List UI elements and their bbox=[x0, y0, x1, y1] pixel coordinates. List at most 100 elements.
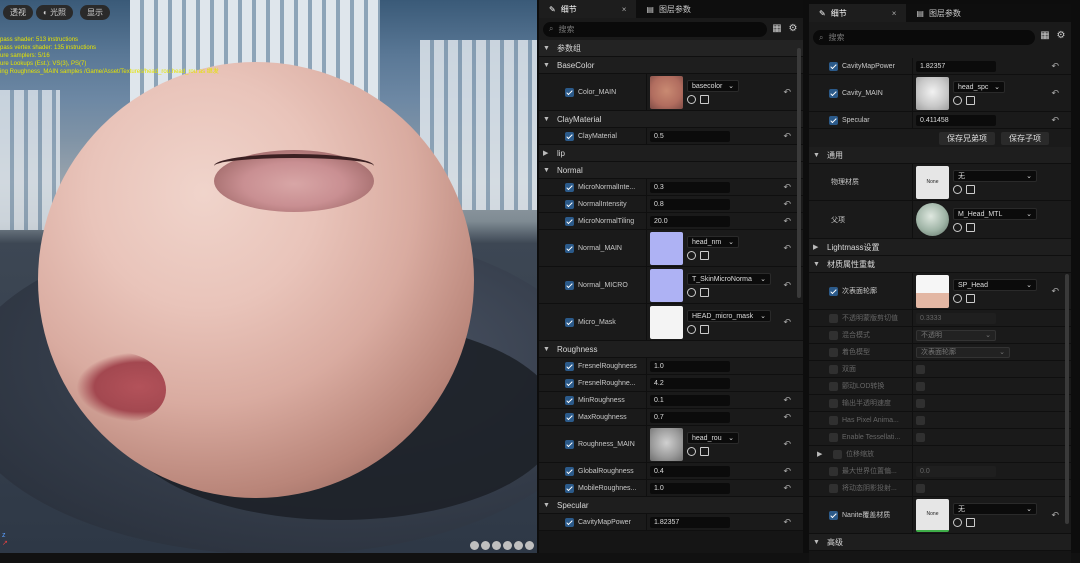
reset-icon[interactable]: ↶ bbox=[1051, 61, 1059, 72]
value-field[interactable]: 0.8 bbox=[650, 198, 730, 210]
use-selected-icon[interactable] bbox=[953, 294, 962, 303]
use-selected-icon[interactable] bbox=[687, 325, 696, 334]
asset-dropdown[interactable]: head_spc ⌄ bbox=[953, 81, 1005, 93]
asset-dropdown[interactable]: head_nm ⌄ bbox=[687, 236, 739, 248]
reset-icon[interactable]: ↶ bbox=[1051, 510, 1059, 521]
override-checkbox[interactable] bbox=[565, 439, 574, 449]
use-selected-icon[interactable] bbox=[687, 288, 696, 297]
value-field[interactable]: 0.1 bbox=[650, 394, 730, 406]
gear-icon[interactable]: ⚙ bbox=[1055, 30, 1067, 42]
use-selected-icon[interactable] bbox=[953, 96, 962, 105]
value-field[interactable]: 1.0 bbox=[650, 360, 730, 372]
reset-icon[interactable]: ↶ bbox=[783, 466, 791, 477]
lit-button[interactable]: ◐ 光照 bbox=[36, 5, 74, 20]
browse-icon[interactable] bbox=[966, 96, 975, 105]
section-lip[interactable]: ▶ lip bbox=[539, 145, 803, 162]
section-params-group[interactable]: ▼ 参数组 bbox=[539, 40, 803, 57]
override-checkbox[interactable] bbox=[565, 182, 574, 192]
reset-icon[interactable]: ↶ bbox=[1051, 115, 1059, 126]
tab-details[interactable]: ✎ 细节 × bbox=[809, 4, 907, 22]
browse-icon[interactable] bbox=[966, 518, 975, 527]
browse-icon[interactable] bbox=[700, 288, 709, 297]
browse-icon[interactable] bbox=[700, 95, 709, 104]
browse-icon[interactable] bbox=[966, 294, 975, 303]
toggle-icon[interactable] bbox=[525, 541, 534, 550]
override-checkbox[interactable] bbox=[565, 243, 574, 253]
override-checkbox[interactable] bbox=[565, 131, 574, 141]
scrollbar[interactable] bbox=[797, 48, 801, 298]
use-selected-icon[interactable] bbox=[687, 251, 696, 260]
value-field[interactable]: 1.82357 bbox=[916, 60, 996, 72]
reset-icon[interactable]: ↶ bbox=[783, 483, 791, 494]
override-checkbox[interactable] bbox=[829, 115, 838, 125]
override-checkbox[interactable] bbox=[829, 466, 838, 476]
reset-icon[interactable]: ↶ bbox=[783, 199, 791, 210]
use-selected-icon[interactable] bbox=[953, 518, 962, 527]
asset-dropdown[interactable]: head_rou ⌄ bbox=[687, 432, 739, 444]
reset-icon[interactable]: ↶ bbox=[1051, 88, 1059, 99]
section-roughness[interactable]: ▼ Roughness bbox=[539, 341, 803, 358]
section-material-overrides[interactable]: ▼ 材质属性重载 bbox=[809, 256, 1071, 273]
value-field[interactable]: 0.4 bbox=[650, 465, 730, 477]
chevron-right-icon[interactable]: ▶ bbox=[817, 450, 825, 458]
override-checkbox[interactable] bbox=[829, 330, 838, 340]
toggle-icon[interactable] bbox=[514, 541, 523, 550]
save-child-button[interactable]: 保存子项 bbox=[1001, 131, 1049, 145]
section-general[interactable]: ▼ 通用 bbox=[809, 147, 1071, 164]
reset-icon[interactable]: ↶ bbox=[1051, 286, 1059, 297]
value-field[interactable]: 20.0 bbox=[650, 215, 730, 227]
reset-icon[interactable]: ↶ bbox=[783, 317, 791, 328]
section-advanced[interactable]: ▼ 高级 bbox=[809, 534, 1071, 551]
table-view-icon[interactable]: ▦ bbox=[771, 23, 783, 35]
override-checkbox[interactable] bbox=[565, 199, 574, 209]
override-checkbox[interactable] bbox=[833, 449, 842, 459]
save-sibling-button[interactable]: 保存兄弟项 bbox=[939, 131, 995, 145]
scrollbar[interactable] bbox=[1065, 274, 1069, 524]
override-checkbox[interactable] bbox=[829, 286, 838, 296]
use-selected-icon[interactable] bbox=[953, 222, 962, 232]
override-checkbox[interactable] bbox=[829, 88, 838, 98]
override-checkbox[interactable] bbox=[565, 378, 574, 388]
override-checkbox[interactable] bbox=[829, 313, 838, 323]
close-icon[interactable]: × bbox=[622, 5, 627, 14]
override-checkbox[interactable] bbox=[565, 412, 574, 422]
value-field[interactable]: 0.7 bbox=[650, 411, 730, 423]
value-field[interactable]: 1.0 bbox=[650, 482, 730, 494]
toggle-icon[interactable] bbox=[481, 541, 490, 550]
toggle-icon[interactable] bbox=[492, 541, 501, 550]
section-specular[interactable]: ▼ Specular bbox=[539, 497, 803, 514]
override-checkbox[interactable] bbox=[829, 432, 838, 442]
override-checkbox[interactable] bbox=[565, 517, 574, 527]
material-thumbnail[interactable]: None bbox=[916, 165, 949, 199]
profile-thumbnail[interactable] bbox=[916, 274, 949, 308]
override-checkbox[interactable] bbox=[565, 361, 574, 371]
search-input[interactable]: ⌕ 搜索 bbox=[543, 21, 767, 37]
perspective-button[interactable]: 透视 bbox=[3, 5, 33, 20]
use-selected-icon[interactable] bbox=[687, 95, 696, 104]
asset-dropdown[interactable]: SP_Head ⌄ bbox=[953, 279, 1037, 291]
section-basecolor[interactable]: ▼ BaseColor bbox=[539, 57, 803, 74]
override-checkbox[interactable] bbox=[829, 61, 838, 71]
asset-dropdown[interactable]: basecolor ⌄ bbox=[687, 80, 739, 92]
level-viewport[interactable]: 透视 ◐ 光照 显示 pass shader: 513 instructions… bbox=[0, 0, 537, 553]
tab-details[interactable]: ✎ 细节 × bbox=[539, 0, 637, 18]
override-checkbox[interactable] bbox=[565, 483, 574, 493]
override-checkbox[interactable] bbox=[565, 280, 574, 290]
texture-thumbnail[interactable] bbox=[650, 268, 683, 302]
browse-icon[interactable] bbox=[700, 325, 709, 334]
gear-icon[interactable]: ⚙ bbox=[787, 23, 799, 35]
reset-icon[interactable]: ↶ bbox=[783, 517, 791, 528]
section-lightmass[interactable]: ▶ Lightmass设置 bbox=[809, 239, 1071, 256]
texture-thumbnail[interactable] bbox=[650, 75, 683, 109]
value-field[interactable]: 4.2 bbox=[650, 377, 730, 389]
texture-thumbnail[interactable] bbox=[650, 231, 683, 265]
asset-dropdown[interactable]: T_SkinMicroNorma ⌄ bbox=[687, 273, 771, 285]
reset-icon[interactable]: ↶ bbox=[783, 412, 791, 423]
override-checkbox[interactable] bbox=[829, 347, 838, 357]
reset-icon[interactable]: ↶ bbox=[783, 395, 791, 406]
browse-icon[interactable] bbox=[700, 251, 709, 260]
override-checkbox[interactable] bbox=[565, 87, 574, 97]
reset-icon[interactable]: ↶ bbox=[783, 182, 791, 193]
table-view-icon[interactable]: ▦ bbox=[1039, 30, 1051, 42]
show-button[interactable]: 显示 bbox=[80, 5, 110, 20]
